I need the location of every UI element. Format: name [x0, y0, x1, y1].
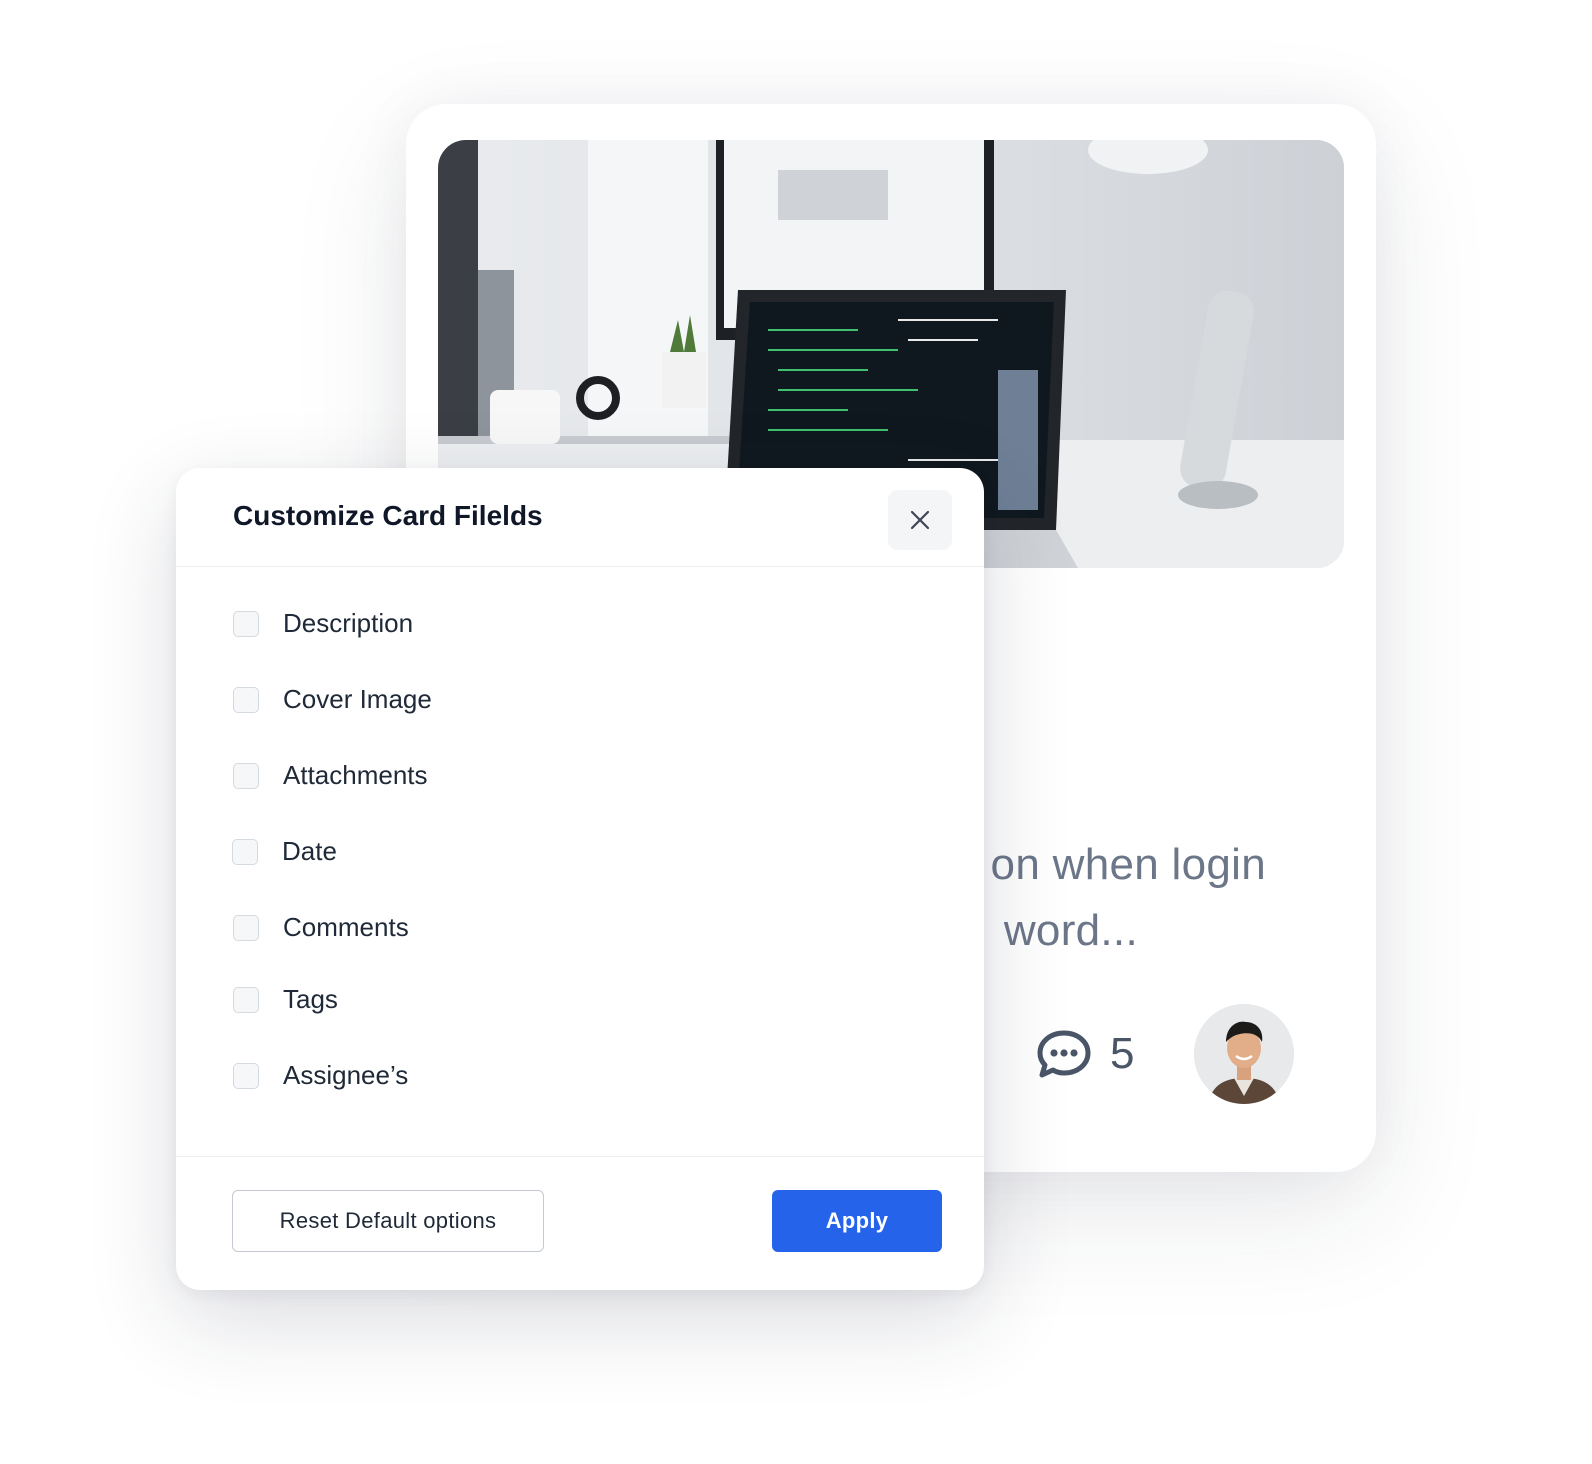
- field-row-date[interactable]: Date: [232, 836, 337, 867]
- field-label: Description: [283, 608, 414, 638]
- customize-card-fields-modal: Customize Card Filelds Description Cover…: [176, 468, 984, 1290]
- comment-bubble-icon[interactable]: [1036, 1029, 1092, 1079]
- field-label: Cover Image: [283, 684, 432, 714]
- tags-checkbox[interactable]: [233, 986, 259, 1013]
- date-checkbox[interactable]: [232, 838, 258, 865]
- field-row-cover-image[interactable]: Cover Image: [233, 684, 432, 715]
- modal-footer: Reset Default options Apply: [176, 1156, 984, 1290]
- field-row-tags[interactable]: Tags: [233, 984, 338, 1015]
- assignee-avatar[interactable]: [1194, 1004, 1294, 1104]
- description-checkbox[interactable]: [233, 610, 259, 637]
- apply-button[interactable]: Apply: [772, 1190, 942, 1252]
- field-row-assignees[interactable]: Assignee’s: [233, 1060, 408, 1091]
- field-row-attachments[interactable]: Attachments: [233, 760, 428, 791]
- card-meta: 5: [1036, 1004, 1134, 1104]
- modal-title: Customize Card Filelds: [233, 500, 543, 531]
- comments-checkbox[interactable]: [233, 914, 259, 941]
- close-icon: [910, 510, 930, 530]
- field-row-comments[interactable]: Comments: [233, 912, 409, 943]
- field-label: Date: [282, 836, 337, 866]
- field-label: Assignee’s: [283, 1060, 409, 1090]
- field-label: Attachments: [283, 760, 428, 790]
- user-avatar-icon: [1194, 1004, 1294, 1104]
- comment-count: 5: [1110, 1029, 1135, 1078]
- modal-header: Customize Card Filelds: [176, 468, 984, 567]
- field-row-description[interactable]: Description: [233, 608, 413, 639]
- attachments-checkbox[interactable]: [233, 762, 259, 789]
- cover-image-checkbox[interactable]: [233, 686, 259, 713]
- field-label: Tags: [283, 984, 338, 1014]
- reset-default-options-button[interactable]: Reset Default options: [232, 1190, 544, 1252]
- close-button[interactable]: [888, 490, 952, 550]
- field-label: Comments: [283, 912, 409, 942]
- assignees-checkbox[interactable]: [233, 1062, 259, 1089]
